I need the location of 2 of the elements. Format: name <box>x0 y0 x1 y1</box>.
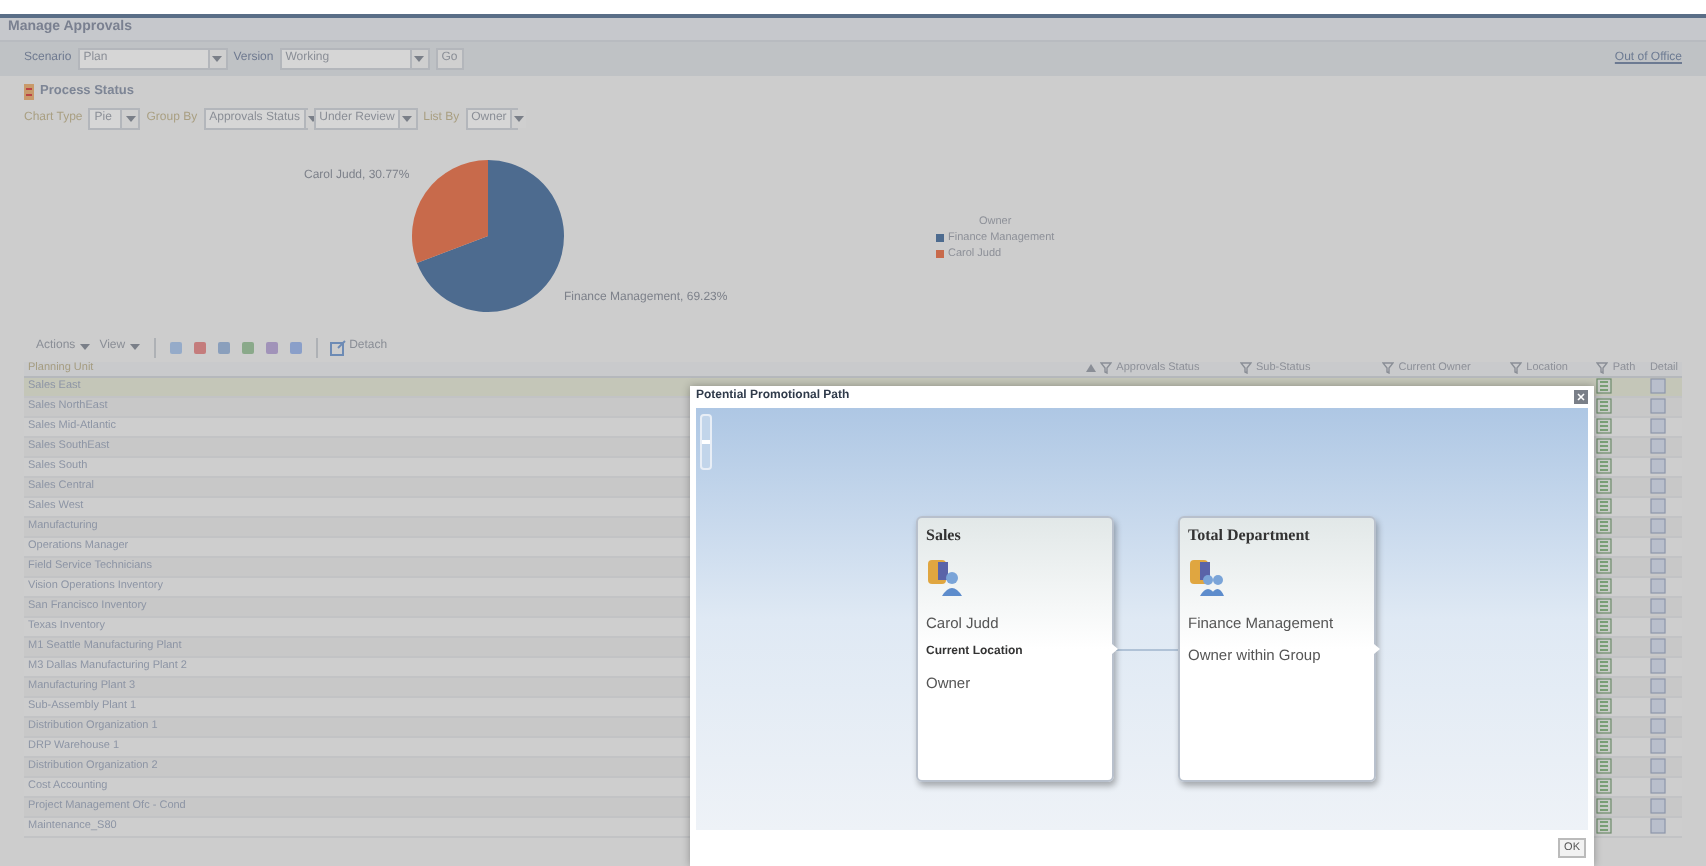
node-title: Sales <box>926 524 963 548</box>
node-title: Total Department <box>1188 524 1312 548</box>
